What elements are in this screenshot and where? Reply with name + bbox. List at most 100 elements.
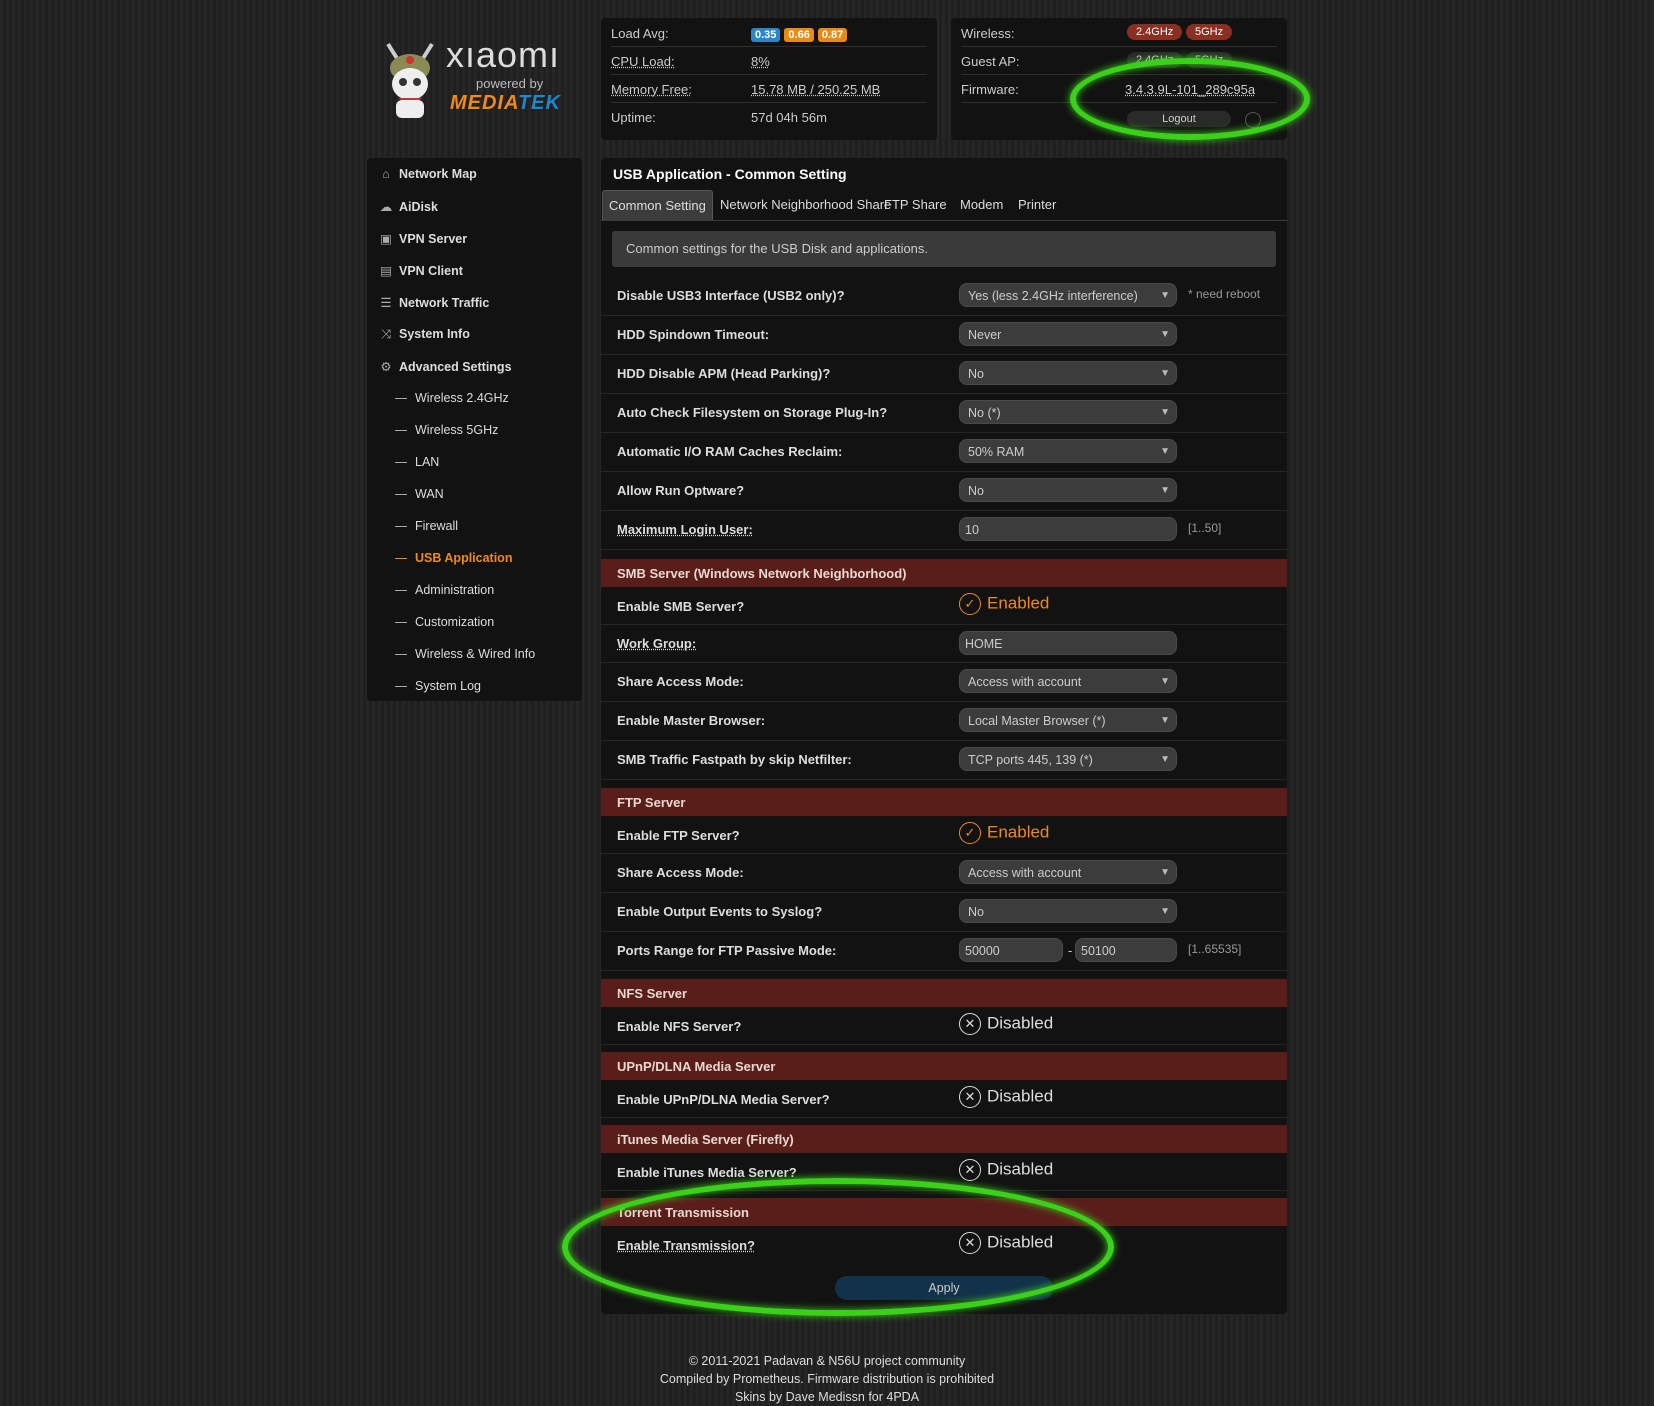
sidebar: ⌂ Network Map ☁ AiDisk ▣ VPN Server ▤ VPN Cl… bbox=[367, 158, 582, 701]
row-enable-dlna: Enable UPnP/DLNA Media Server? ✕ Disabled bbox=[601, 1080, 1287, 1118]
uptime-row: Uptime: 57d 04h 56m bbox=[611, 110, 827, 125]
section-ftp: FTP Server bbox=[601, 788, 1287, 816]
ftp-port-from-input[interactable]: 50000 bbox=[959, 938, 1063, 962]
lock-icon: ▤ bbox=[380, 264, 392, 278]
row-ram-reclaim: Automatic I/O RAM Caches Reclaim: 50% RA… bbox=[601, 432, 1287, 472]
section-itunes: iTunes Media Server (Firefly) bbox=[601, 1125, 1287, 1153]
chevron-down-icon: ▼ bbox=[1160, 368, 1170, 379]
wireless-5-toggle[interactable]: 5GHz bbox=[1186, 24, 1233, 40]
tab-common-setting[interactable]: Common Setting bbox=[602, 190, 713, 220]
usb3-select[interactable]: Yes (less 2.4GHz interference) ▼ bbox=[959, 283, 1177, 307]
tab-network-neighborhood-share[interactable]: Network Neighborhood Share bbox=[714, 190, 897, 219]
chevron-down-icon: ▼ bbox=[1160, 329, 1170, 340]
sidebar-item-network-traffic[interactable]: ☰ Network Traffic bbox=[379, 295, 489, 310]
cpu-row: CPU Load: 8% bbox=[611, 46, 927, 75]
row-workgroup: Work Group: HOME bbox=[601, 624, 1287, 663]
close-icon: ✕ bbox=[959, 1086, 981, 1108]
row-optware: Allow Run Optware? No ▼ bbox=[601, 471, 1287, 511]
sidebar-sub-wan[interactable]: WAN bbox=[395, 487, 444, 501]
row-disable-usb3: Disable USB3 Interface (USB2 only)? Yes … bbox=[601, 276, 1287, 316]
memory-row: Memory Free: 15.78 MB / 250.25 MB bbox=[611, 74, 927, 103]
sidebar-sub-customization[interactable]: Customization bbox=[395, 615, 494, 629]
sidebar-item-vpn-server[interactable]: ▣ VPN Server bbox=[379, 231, 467, 246]
info-note: Common settings for the USB Disk and app… bbox=[612, 231, 1276, 267]
sidebar-item-network-map[interactable]: ⌂ Network Map bbox=[379, 167, 477, 181]
highlight-ring-firmware bbox=[1070, 58, 1310, 140]
chevron-down-icon: ▼ bbox=[1160, 676, 1170, 687]
row-auto-fsck: Auto Check Filesystem on Storage Plug-In… bbox=[601, 393, 1287, 433]
master-browser-select[interactable]: Local Master Browser (*) ▼ bbox=[959, 708, 1177, 732]
sidebar-sub-usb-application[interactable]: USB Application bbox=[395, 551, 512, 565]
row-ftp-ports: Ports Range for FTP Passive Mode: 50000 … bbox=[601, 931, 1287, 971]
sidebar-sub-wireless-5[interactable]: Wireless 5GHz bbox=[395, 423, 498, 437]
chevron-down-icon: ▼ bbox=[1160, 867, 1170, 878]
wireless-row: Wireless: 2.4GHz 5GHz bbox=[961, 18, 1277, 47]
itunes-toggle[interactable]: ✕ Disabled bbox=[959, 1159, 1053, 1181]
chevron-down-icon: ▼ bbox=[1160, 485, 1170, 496]
sidebar-item-advanced-settings[interactable]: ⚙ Advanced Settings bbox=[379, 359, 511, 374]
dlna-toggle[interactable]: ✕ Disabled bbox=[959, 1086, 1053, 1108]
close-icon: ✕ bbox=[959, 1013, 981, 1035]
home-icon: ⌂ bbox=[382, 167, 390, 181]
smb-toggle[interactable]: ✓ Enabled bbox=[959, 593, 1049, 615]
sidebar-item-vpn-client[interactable]: ▤ VPN Client bbox=[379, 263, 463, 278]
check-icon: ✓ bbox=[959, 593, 981, 615]
wireless-24-toggle[interactable]: 2.4GHz bbox=[1127, 24, 1183, 40]
tab-printer[interactable]: Printer bbox=[1012, 190, 1062, 219]
ftp-syslog-select[interactable]: No ▼ bbox=[959, 899, 1177, 923]
sidebar-sub-wireless-24[interactable]: Wireless 2.4GHz bbox=[395, 391, 509, 405]
sidebar-sub-lan[interactable]: LAN bbox=[395, 455, 439, 469]
footer: © 2011-2021 Padavan & N56U project commu… bbox=[0, 1352, 1654, 1406]
optware-select[interactable]: No ▼ bbox=[959, 478, 1177, 502]
row-ftp-syslog: Enable Output Events to Syslog? No ▼ bbox=[601, 892, 1287, 932]
fsck-select[interactable]: No (*) ▼ bbox=[959, 400, 1177, 424]
ftp-port-to-input[interactable]: 50100 bbox=[1075, 938, 1177, 962]
logo: xıaomı powered by MEDIATEK bbox=[372, 34, 582, 124]
sidebar-item-aidisk[interactable]: ☁ AiDisk bbox=[379, 199, 438, 214]
tab-modem[interactable]: Modem bbox=[954, 190, 1009, 219]
cloud-icon: ☁ bbox=[379, 200, 393, 214]
cpu-load-link[interactable]: CPU Load: bbox=[611, 54, 675, 69]
smb-access-select[interactable]: Access with account ▼ bbox=[959, 669, 1177, 693]
footer-compiled: Compiled by Prometheus. Firmware distrib… bbox=[659, 1372, 995, 1386]
row-enable-smb: Enable SMB Server? ✓ Enabled bbox=[601, 587, 1287, 625]
server-icon: ▣ bbox=[380, 232, 392, 246]
row-master-browser: Enable Master Browser: Local Master Brow… bbox=[601, 701, 1287, 741]
workgroup-input[interactable]: HOME bbox=[959, 631, 1177, 655]
row-enable-nfs: Enable NFS Server? ✕ Disabled bbox=[601, 1007, 1287, 1045]
brand-name: xıaomı bbox=[446, 34, 561, 75]
load-avg-badge: 0.66 bbox=[784, 28, 814, 42]
list-icon: ☰ bbox=[380, 296, 392, 310]
sidebar-sub-firewall[interactable]: Firewall bbox=[395, 519, 458, 533]
mediatek-logo: MEDIATEK bbox=[450, 92, 561, 114]
tab-ftp-share[interactable]: FTP Share bbox=[878, 190, 953, 219]
ftp-toggle[interactable]: ✓ Enabled bbox=[959, 822, 1049, 844]
spindown-select[interactable]: Never ▼ bbox=[959, 322, 1177, 346]
highlight-ring-transmission bbox=[562, 1178, 1114, 1316]
section-nfs: NFS Server bbox=[601, 979, 1287, 1007]
chevron-down-icon: ▼ bbox=[1160, 446, 1170, 457]
chevron-down-icon: ▼ bbox=[1160, 906, 1170, 917]
row-max-login: Maximum Login User: 10 [1..50] bbox=[601, 510, 1287, 550]
page-title: USB Application - Common Setting bbox=[613, 166, 847, 182]
sidebar-sub-wireless-wired-info[interactable]: Wireless & Wired Info bbox=[395, 647, 535, 661]
nfs-toggle[interactable]: ✕ Disabled bbox=[959, 1013, 1053, 1035]
fastpath-select[interactable]: TCP ports 445, 139 (*) ▼ bbox=[959, 747, 1177, 771]
tab-bar: Common Setting Network Neighborhood Shar… bbox=[601, 190, 1287, 221]
ftp-access-select[interactable]: Access with account ▼ bbox=[959, 860, 1177, 884]
load-avg-row: Load Avg: 0.35 0.66 0.87 bbox=[611, 18, 927, 47]
sidebar-sub-administration[interactable]: Administration bbox=[395, 583, 494, 597]
row-enable-ftp: Enable FTP Server? ✓ Enabled bbox=[601, 816, 1287, 854]
close-icon: ✕ bbox=[959, 1159, 981, 1181]
chevron-down-icon: ▼ bbox=[1160, 754, 1170, 765]
load-avg-badges: 0.35 0.66 0.87 bbox=[751, 26, 851, 42]
powered-by: powered by bbox=[476, 76, 544, 91]
memory-link[interactable]: Memory Free: bbox=[611, 82, 692, 97]
apm-select[interactable]: No ▼ bbox=[959, 361, 1177, 385]
check-icon: ✓ bbox=[959, 822, 981, 844]
sidebar-item-system-info[interactable]: ⤨ System Info bbox=[379, 327, 470, 342]
chevron-down-icon: ▼ bbox=[1160, 715, 1170, 726]
sidebar-sub-system-log[interactable]: System Log bbox=[395, 679, 481, 693]
max-login-input[interactable]: 10 bbox=[959, 517, 1177, 541]
reclaim-select[interactable]: 50% RAM ▼ bbox=[959, 439, 1177, 463]
